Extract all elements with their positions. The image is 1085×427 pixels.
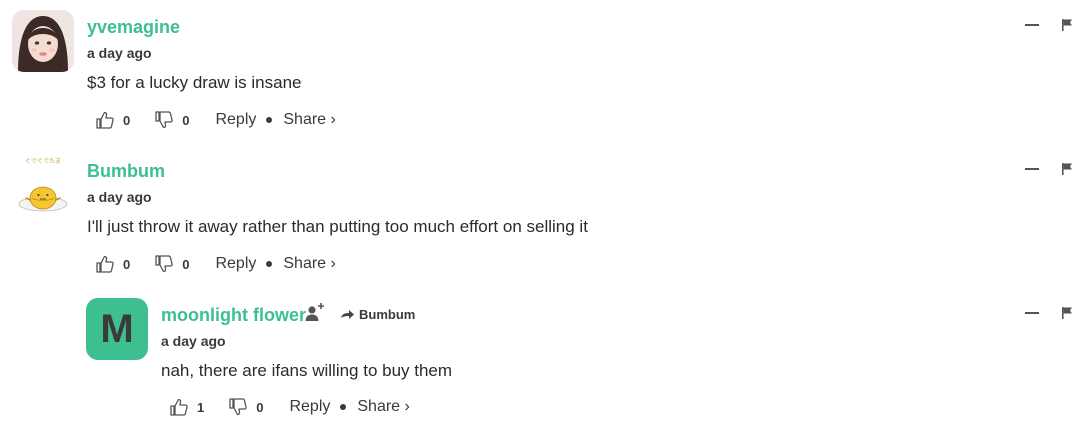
avatar-caption: ぐでぐでたま xyxy=(25,158,61,165)
reply-button[interactable]: Reply xyxy=(289,398,330,416)
comment-text: $3 for a lucky draw is insane xyxy=(87,73,302,92)
dislike-button[interactable]: 0 xyxy=(154,254,189,274)
comment-controls xyxy=(1025,18,1073,32)
comment-controls xyxy=(1025,306,1073,320)
avatar[interactable] xyxy=(12,10,74,72)
thumbs-up-icon xyxy=(170,398,188,416)
dislike-count: 0 xyxy=(182,256,190,272)
avatar[interactable]: ぐでぐでたま xyxy=(12,154,74,216)
thumbs-up-icon xyxy=(96,111,114,129)
comment: ぐでぐでたま Bumbum a day ago I'll just throw … xyxy=(0,144,1085,284)
flag-icon[interactable] xyxy=(1061,162,1073,176)
timestamp[interactable]: a day ago xyxy=(87,189,152,205)
reply-to-indicator[interactable]: Bumbum xyxy=(340,307,415,322)
reply-button[interactable]: Reply xyxy=(215,255,256,273)
timestamp[interactable]: a day ago xyxy=(161,333,226,349)
minimize-icon[interactable] xyxy=(1025,168,1039,170)
reply-arrow-icon xyxy=(341,309,354,319)
avatar-photo xyxy=(12,10,74,72)
dislike-button[interactable]: 0 xyxy=(228,397,263,417)
username[interactable]: moonlight flower xyxy=(161,305,306,325)
thumbs-up-icon xyxy=(96,255,114,273)
minimize-icon[interactable] xyxy=(1025,312,1039,314)
comment-text: nah, there are ifans willing to buy them xyxy=(161,361,453,380)
reply-to-username[interactable]: Bumbum xyxy=(359,307,415,322)
share-button[interactable]: Share › xyxy=(283,111,335,129)
separator-dot xyxy=(266,261,273,267)
flag-icon[interactable] xyxy=(1061,18,1073,32)
reply-comment: M moonlight flower Bumbum a day ago nah,… xyxy=(0,288,1085,427)
dislike-button[interactable]: 0 xyxy=(154,110,189,130)
comment-actions: 0 0 Reply Share › xyxy=(95,252,336,276)
like-button[interactable]: 0 xyxy=(95,254,130,274)
dislike-count: 0 xyxy=(182,112,190,128)
username[interactable]: Bumbum xyxy=(87,161,165,181)
share-button[interactable]: Share › xyxy=(357,398,409,416)
flag-icon[interactable] xyxy=(1061,306,1073,320)
add-user-icon[interactable] xyxy=(305,302,327,322)
dislike-count: 0 xyxy=(256,399,264,415)
reply-button[interactable]: Reply xyxy=(215,111,256,129)
comment-actions: 1 0 Reply Share › xyxy=(169,395,410,419)
like-count: 0 xyxy=(123,256,131,272)
share-button[interactable]: Share › xyxy=(283,255,335,273)
like-count: 0 xyxy=(123,112,131,128)
gudetama-avatar-icon: ぐでぐでたま xyxy=(12,154,74,216)
username[interactable]: yvemagine xyxy=(87,17,180,37)
thumbs-down-icon xyxy=(155,255,173,273)
comment-text: I'll just throw it away rather than putt… xyxy=(87,217,588,236)
comment-thread: yvemagine a day ago $3 for a lucky draw … xyxy=(0,0,1085,427)
separator-dot xyxy=(340,404,347,410)
comment-actions: 0 0 Reply Share › xyxy=(95,108,336,132)
avatar[interactable]: M xyxy=(86,298,148,360)
separator-dot xyxy=(266,117,273,123)
comment-controls xyxy=(1025,162,1073,176)
like-button[interactable]: 0 xyxy=(95,110,130,130)
thumbs-down-icon xyxy=(155,111,173,129)
thumbs-down-icon xyxy=(229,398,247,416)
timestamp[interactable]: a day ago xyxy=(87,45,152,61)
comment: yvemagine a day ago $3 for a lucky draw … xyxy=(0,0,1085,140)
like-count: 1 xyxy=(197,399,205,415)
like-button[interactable]: 1 xyxy=(169,397,204,417)
minimize-icon[interactable] xyxy=(1025,24,1039,26)
